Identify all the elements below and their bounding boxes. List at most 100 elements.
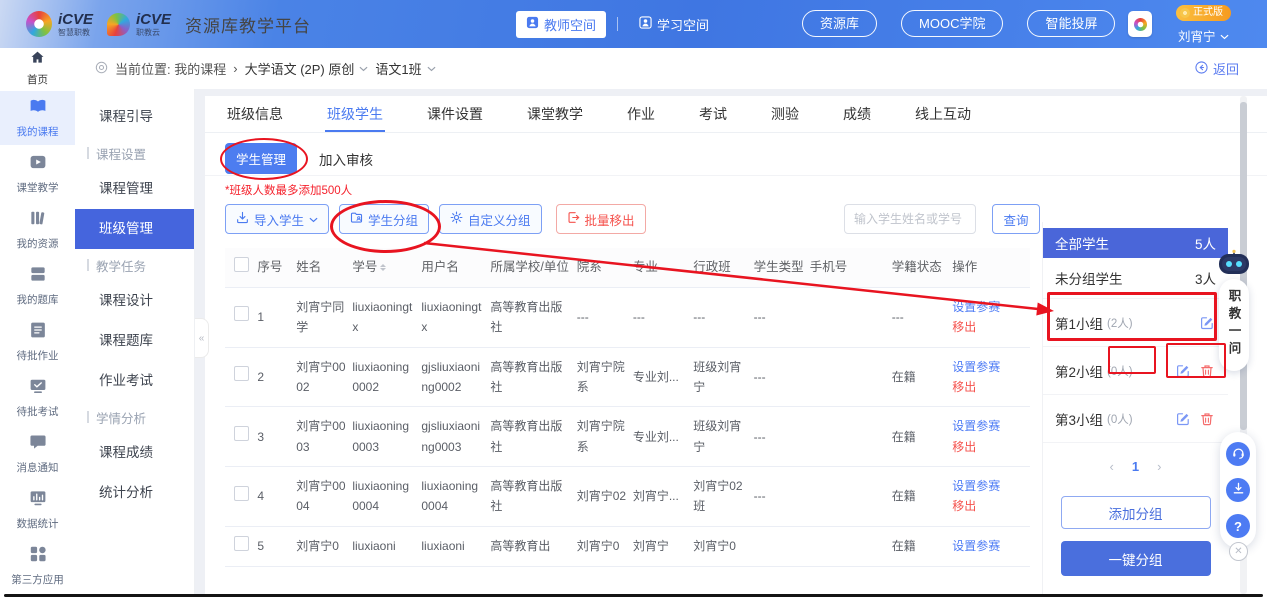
cell-name[interactable]: 刘宵宁同学 xyxy=(296,287,352,347)
workspace-teacher-space[interactable]: 教师空间 xyxy=(516,11,606,38)
delete-group-icon[interactable] xyxy=(1200,412,1214,426)
sidebar-item-my-resources[interactable]: 我的资源 xyxy=(0,203,75,257)
sidebar-item-my-question-bank[interactable]: 我的题库 xyxy=(0,259,75,313)
download-button[interactable] xyxy=(1226,478,1250,502)
sidebar-item-pending-exams[interactable]: 待批考试 xyxy=(0,371,75,425)
row-checkbox[interactable] xyxy=(234,366,249,381)
breadcrumb-class-dropdown[interactable]: 语文1班 xyxy=(375,59,435,78)
auto-group-button[interactable]: 一键分组 xyxy=(1061,541,1211,576)
menu-item-course-management[interactable]: 课程管理 xyxy=(75,169,194,209)
tab-grades[interactable]: 成绩 xyxy=(843,96,871,132)
sidebar-item-my-courses[interactable]: 我的课程 xyxy=(0,91,75,145)
pagination-page[interactable]: 1 xyxy=(1132,459,1139,474)
cell-major: 专业刘... xyxy=(633,347,693,407)
tab-class-info[interactable]: 班级信息 xyxy=(227,96,283,132)
set-contest-action-link[interactable]: 设置参赛 xyxy=(952,476,1024,496)
add-group-button[interactable]: 添加分组 xyxy=(1061,496,1211,529)
table-row: 4刘宵宁0004liuxiaoning0004liuxiaoning0004高等… xyxy=(225,467,1030,527)
workspace-learning-space[interactable]: 学习空间 xyxy=(629,11,719,38)
sidebar-collapse-handle[interactable]: « xyxy=(195,318,209,358)
row-checkbox[interactable] xyxy=(234,486,249,501)
tab-class-students[interactable]: 班级学生 xyxy=(327,96,383,132)
pagination-prev[interactable]: ‹ xyxy=(1110,459,1114,474)
link-mooc-academy[interactable]: MOOC学院 xyxy=(901,10,1003,37)
back-button[interactable]: 返回 xyxy=(1195,48,1239,89)
assistant-widget[interactable]: 职教一问 xyxy=(1214,249,1254,371)
menu-item-course-design[interactable]: 课程设计 xyxy=(75,281,194,321)
support-button[interactable] xyxy=(1226,442,1250,466)
column-label: 用户名 xyxy=(421,260,459,274)
remove-action-link[interactable]: 移出 xyxy=(952,377,1024,397)
query-button[interactable]: 查询 xyxy=(992,204,1040,234)
mini-app-button[interactable] xyxy=(1128,11,1152,37)
help-button[interactable]: ? xyxy=(1226,514,1250,538)
tab-online-interaction[interactable]: 线上互动 xyxy=(915,96,971,132)
set-contest-action-link[interactable]: 设置参赛 xyxy=(952,536,1024,556)
cell-status: 在籍 xyxy=(892,526,952,566)
link-smart-casting[interactable]: 智能投屏 xyxy=(1027,10,1115,37)
group-item-1[interactable]: 第1小组(2人) xyxy=(1043,298,1228,346)
tab-exam[interactable]: 考试 xyxy=(699,96,727,132)
select-all-checkbox[interactable] xyxy=(234,257,249,272)
link-resource-library[interactable]: 资源库 xyxy=(802,10,877,37)
batch-remove-button[interactable]: 批量移出 xyxy=(556,204,646,234)
edit-group-icon[interactable] xyxy=(1176,412,1190,426)
user-menu[interactable]: 刘宵宁 xyxy=(1178,26,1229,45)
cell-student-type: --- xyxy=(754,467,810,527)
remove-action-link[interactable]: 移出 xyxy=(952,317,1024,337)
pagination-next[interactable]: › xyxy=(1157,459,1161,474)
tab-quiz[interactable]: 测验 xyxy=(771,96,799,132)
sidebar-item-messages[interactable]: 消息通知 xyxy=(0,427,75,481)
close-floating-toolbar-button[interactable]: ✕ xyxy=(1229,542,1248,561)
set-contest-action-link[interactable]: 设置参赛 xyxy=(952,416,1024,436)
menu-item-statistical-analysis[interactable]: 统计分析 xyxy=(75,473,194,513)
cell-name[interactable]: 刘宵宁0003 xyxy=(296,407,352,467)
group-item-3[interactable]: 第3小组(0人) xyxy=(1043,394,1228,443)
delete-group-icon[interactable] xyxy=(1200,364,1214,378)
menu-item-course-question-bank[interactable]: 课程题库 xyxy=(75,321,194,361)
sidebar-item-data-statistics[interactable]: 数据统计 xyxy=(0,483,75,537)
assistant-label: 职教一问 xyxy=(1225,289,1244,359)
sidebar-item-pending-homework[interactable]: 待批作业 xyxy=(0,315,75,369)
cell-name[interactable]: 刘宵宁0004 xyxy=(296,467,352,527)
row-checkbox[interactable] xyxy=(234,536,249,551)
menu-section-course-settings: 课程设置 xyxy=(75,137,194,169)
sidebar-item-classroom-teaching[interactable]: 课堂教学 xyxy=(0,147,75,201)
cell-name[interactable]: 刘宵宁0 xyxy=(296,526,352,566)
table-header-row: 序号姓名学号用户名所属学校/单位院系专业行政班学生类型手机号学籍状态操作 xyxy=(225,248,1030,287)
tab-courseware-settings[interactable]: 课件设置 xyxy=(427,96,483,132)
menu-item-class-management[interactable]: 班级管理 xyxy=(75,209,194,249)
tab-join-review[interactable]: 加入审核 xyxy=(319,149,373,169)
breadcrumb-course-dropdown[interactable]: 大学语文 (2P) 原创 xyxy=(245,59,369,78)
edit-group-icon[interactable] xyxy=(1200,316,1214,330)
remove-action-link[interactable]: 移出 xyxy=(952,496,1024,516)
set-contest-action-link[interactable]: 设置参赛 xyxy=(952,357,1024,377)
column-name: 姓名 xyxy=(296,248,352,287)
group-count: (0人) xyxy=(1107,411,1133,427)
menu-item-homework-exam[interactable]: 作业考试 xyxy=(75,361,194,401)
menu-item-course-guide[interactable]: 课程引导 xyxy=(75,97,194,137)
tab-homework[interactable]: 作业 xyxy=(627,96,655,132)
menu-item-course-grades[interactable]: 课程成绩 xyxy=(75,433,194,473)
custom-grouping-button[interactable]: 自定义分组 xyxy=(439,204,542,234)
sidebar-item-home[interactable]: 首页 xyxy=(0,48,75,90)
sidebar-item-third-party-apps[interactable]: 第三方应用 xyxy=(0,539,75,593)
student-grouping-button[interactable]: 学生分组 xyxy=(339,204,429,234)
my-resources-icon xyxy=(29,209,47,232)
edit-group-icon[interactable] xyxy=(1176,364,1190,378)
group-item-2[interactable]: 第2小组(0人) xyxy=(1043,346,1228,394)
row-checkbox[interactable] xyxy=(234,306,249,321)
set-contest-action-link[interactable]: 设置参赛 xyxy=(952,297,1024,317)
group-ungrouped-students[interactable]: 未分组学生 3人 xyxy=(1043,258,1228,298)
group-all-students[interactable]: 全部学生 5人 xyxy=(1043,228,1228,258)
remove-action-link[interactable]: 移出 xyxy=(952,437,1024,457)
student-search-input[interactable] xyxy=(844,204,976,234)
import-students-button[interactable]: 导入学生 xyxy=(225,204,329,234)
cell-name[interactable]: 刘宵宁0002 xyxy=(296,347,352,407)
tab-classroom-teaching[interactable]: 课堂教学 xyxy=(527,96,583,132)
tab-student-management[interactable]: 学生管理 xyxy=(225,143,297,174)
app-title: 资源库教学平台 xyxy=(185,12,311,37)
divider xyxy=(205,175,1267,176)
row-checkbox[interactable] xyxy=(234,426,249,441)
sort-icon[interactable] xyxy=(380,264,386,271)
